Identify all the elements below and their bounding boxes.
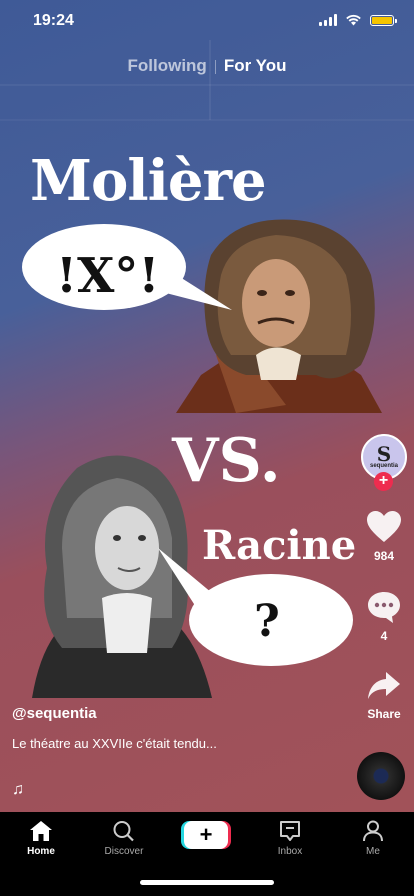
- video-caption[interactable]: Le théatre au XXVIIe c'était tendu...: [12, 736, 217, 751]
- heart-icon: [367, 511, 401, 542]
- wifi-icon: [346, 14, 361, 26]
- like-count: 984: [373, 549, 395, 563]
- inbox-icon: [280, 821, 300, 841]
- nav-inbox-label: Inbox: [277, 846, 303, 857]
- nav-inbox[interactable]: Inbox: [260, 820, 320, 857]
- create-button[interactable]: +: [184, 821, 228, 849]
- comment-count: 4: [380, 629, 388, 643]
- video-title-moliere: Molière: [30, 148, 267, 214]
- comment-icon: [368, 592, 400, 623]
- speech-bubble-right-text: ?: [254, 596, 280, 647]
- tab-for-you[interactable]: For You: [216, 56, 295, 76]
- nav-me-label: Me: [366, 846, 380, 857]
- home-icon: [30, 821, 52, 841]
- share-button[interactable]: Share: [354, 670, 414, 721]
- like-button[interactable]: 984: [354, 510, 414, 563]
- share-arrow-icon: [368, 672, 400, 699]
- avatar-initial: S: [376, 442, 392, 466]
- bottom-tab-bar: Home Discover + Inbox Me: [0, 812, 414, 896]
- share-label: Share: [367, 707, 401, 721]
- music-disc-icon[interactable]: [357, 752, 405, 800]
- search-icon: [113, 821, 134, 842]
- follow-plus-button[interactable]: +: [374, 472, 393, 491]
- nav-discover-label: Discover: [104, 846, 144, 857]
- creator-username[interactable]: @sequentia: [12, 705, 97, 722]
- nav-discover[interactable]: Discover: [94, 820, 154, 857]
- avatar-brand-name: sequentia: [369, 463, 398, 469]
- status-time: 19:24: [33, 12, 74, 29]
- home-indicator: [140, 880, 274, 885]
- cellular-signal-icon: [319, 14, 337, 26]
- music-note-icon: ♫: [12, 781, 24, 798]
- tab-following[interactable]: Following: [120, 56, 215, 76]
- profile-icon: [363, 820, 383, 842]
- nav-me[interactable]: Me: [343, 820, 403, 857]
- status-bar: 19:24: [0, 0, 414, 44]
- nav-home[interactable]: Home: [11, 820, 71, 857]
- status-icons: [319, 14, 397, 26]
- video-screen[interactable]: 19:24 Following For You Molière !X°! VS.…: [0, 0, 414, 896]
- speech-bubble-left-text: !X°!: [56, 248, 160, 304]
- battery-icon: [370, 14, 397, 26]
- comment-button[interactable]: 4: [354, 590, 414, 643]
- nav-home-label: Home: [27, 846, 55, 857]
- feed-tabs: Following For You: [0, 56, 414, 76]
